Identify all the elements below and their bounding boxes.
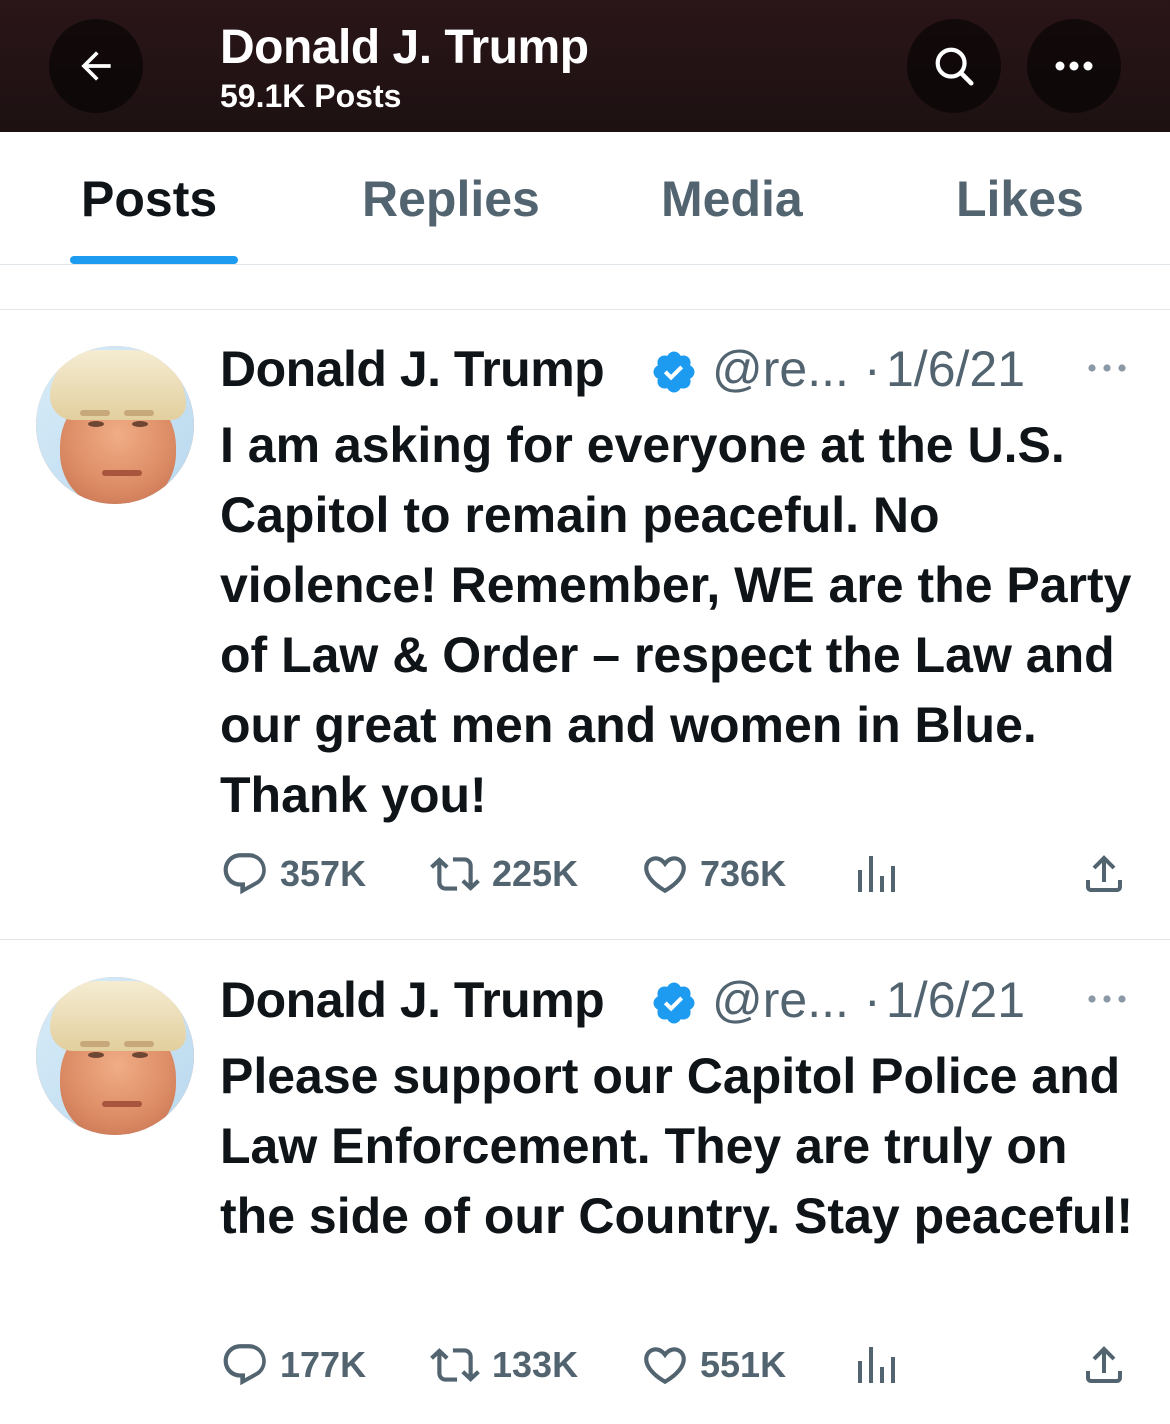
avatar[interactable] <box>36 346 194 504</box>
search-button[interactable] <box>907 19 1001 113</box>
views-button[interactable] <box>854 1335 898 1395</box>
share-button[interactable] <box>1080 1335 1128 1395</box>
repost-count: 225K <box>492 853 579 894</box>
like-button[interactable]: 736K <box>640 844 786 904</box>
views-icon <box>858 856 895 892</box>
reply-button[interactable]: 177K <box>220 1335 366 1395</box>
repost-icon <box>430 857 480 891</box>
share-icon <box>1086 1346 1122 1383</box>
more-options-button[interactable] <box>1027 19 1121 113</box>
separator: · <box>864 972 881 1028</box>
tab-posts[interactable]: Posts <box>81 170 217 228</box>
like-count: 551K <box>700 1344 787 1385</box>
more-icon <box>1055 61 1093 71</box>
post-date[interactable]: 1/6/21 <box>886 340 1025 398</box>
post-actions: 177K 133K 551K <box>220 1335 1150 1395</box>
verified-badge-icon <box>653 351 695 393</box>
share-button[interactable] <box>1080 844 1128 904</box>
like-button[interactable]: 551K <box>640 1335 786 1395</box>
reply-count: 357K <box>280 853 367 894</box>
back-arrow-icon <box>81 51 111 81</box>
views-icon <box>858 1347 895 1383</box>
author-name[interactable]: Donald J. Trump <box>220 971 605 1029</box>
avatar[interactable] <box>36 977 194 1135</box>
post-actions: 357K 225K 736K <box>220 844 1150 904</box>
post-more-icon[interactable] <box>1085 989 1129 1009</box>
post[interactable]: Donald J. Trump @re... · 1/6/21 I am ask… <box>0 310 1170 940</box>
separator: · <box>864 341 881 397</box>
active-tab-indicator <box>70 256 238 264</box>
reply-icon <box>223 1344 266 1386</box>
repost-count: 133K <box>492 1344 579 1385</box>
reply-button[interactable]: 357K <box>220 844 366 904</box>
post-text: Please support our Capitol Police and La… <box>220 1048 1134 1244</box>
back-button[interactable] <box>49 19 143 113</box>
post-date[interactable]: 1/6/21 <box>886 971 1025 1029</box>
profile-tabs: Posts Replies Media Likes <box>0 132 1170 265</box>
like-count: 736K <box>700 853 787 894</box>
share-icon <box>1086 855 1122 892</box>
tab-media[interactable]: Media <box>661 170 803 228</box>
search-icon <box>935 47 974 86</box>
tab-replies[interactable]: Replies <box>362 170 540 228</box>
profile-header: Donald J. Trump 59.1K Posts <box>0 0 1170 132</box>
repost-button[interactable]: 133K <box>428 1335 578 1395</box>
like-icon <box>644 1347 686 1385</box>
reply-count: 177K <box>280 1344 367 1385</box>
profile-name: Donald J. Trump <box>220 21 589 74</box>
author-name[interactable]: Donald J. Trump <box>220 340 605 398</box>
verified-badge-icon <box>653 982 695 1024</box>
post-more-icon[interactable] <box>1085 358 1129 378</box>
post-text: I am asking for everyone at the U.S. Cap… <box>220 417 1132 823</box>
post[interactable]: Donald J. Trump @re... · 1/6/21 Please s… <box>0 941 1170 1424</box>
post-count: 59.1K Posts <box>220 78 402 114</box>
author-handle[interactable]: @re... <box>712 971 849 1029</box>
like-icon <box>644 856 686 894</box>
views-button[interactable] <box>854 844 898 904</box>
reply-icon <box>223 853 266 895</box>
repost-icon <box>430 1348 480 1382</box>
repost-button[interactable]: 225K <box>428 844 578 904</box>
tab-likes[interactable]: Likes <box>956 170 1084 228</box>
author-handle[interactable]: @re... <box>712 340 849 398</box>
